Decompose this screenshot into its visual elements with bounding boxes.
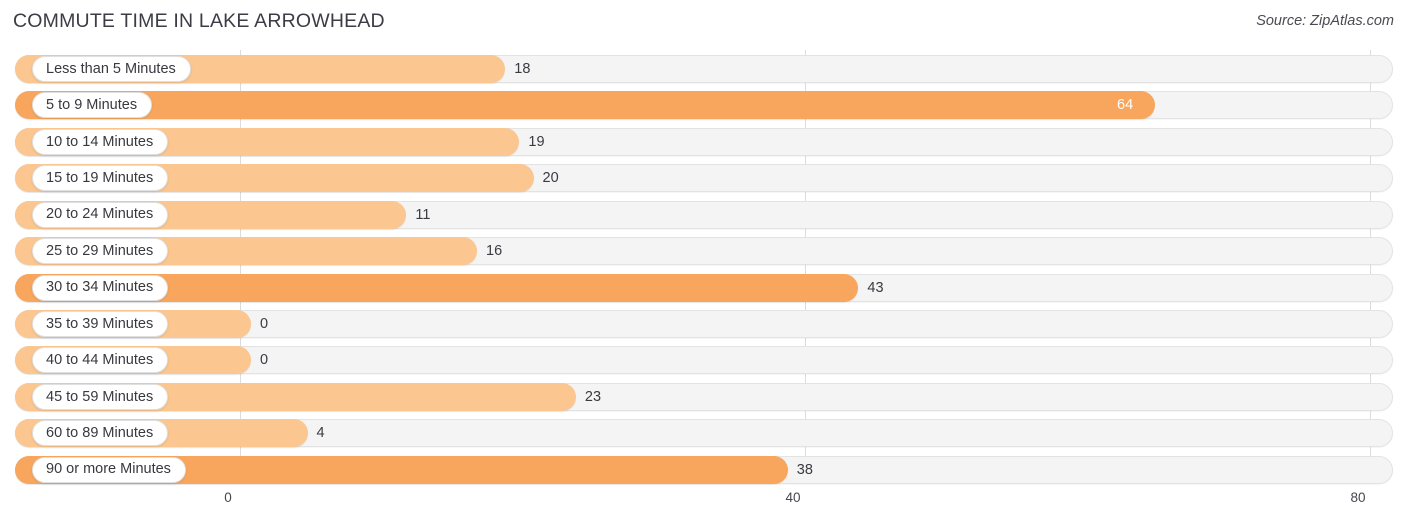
bar-value-label: 0: [260, 352, 269, 369]
bar-row[interactable]: 25 to 29 Minutes 16: [15, 237, 1393, 266]
bar-value-label: 64: [1117, 97, 1134, 114]
x-axis-tick-label: 0: [224, 490, 232, 505]
bar-category-label-text: 90 or more Minutes: [46, 461, 171, 478]
bar-category-label-text: Less than 5 Minutes: [46, 60, 176, 77]
x-axis-tick-label: 80: [1350, 490, 1366, 505]
source-attribution: Source: ZipAtlas.com: [1256, 13, 1394, 29]
bar-category-label: 15 to 19 Minutes: [32, 165, 169, 192]
bar-category-label-text: 10 to 14 Minutes: [46, 133, 154, 150]
bar-row[interactable]: Less than 5 Minutes 18: [15, 55, 1393, 83]
bar-value-label: 43: [867, 279, 884, 296]
chart-plot-area: Less than 5 Minutes 18 5 to 9 Minutes 64 10 …: [0, 46, 1406, 488]
bar-category-label-text: 35 to 39 Minutes: [46, 315, 154, 332]
bar-category-label: 5 to 9 Minutes: [32, 92, 153, 119]
bar-row[interactable]: 90 or more Minutes 38: [15, 455, 1393, 484]
bar-row[interactable]: 60 to 89 Minutes 4: [15, 419, 1393, 448]
bar-value-label: 20: [542, 170, 559, 187]
bar-rows: Less than 5 Minutes 18 5 to 9 Minutes 64 10 …: [0, 46, 1406, 488]
bar-row[interactable]: 35 to 39 Minutes 0: [15, 309, 1393, 338]
bar-category-label: 40 to 44 Minutes: [32, 347, 169, 374]
bar-fill: [15, 91, 1155, 120]
bar-category-label: 90 or more Minutes: [32, 456, 186, 483]
bar-row[interactable]: 15 to 19 Minutes 20: [15, 164, 1393, 193]
bar-category-label: 25 to 29 Minutes: [32, 238, 169, 265]
bar-category-label-text: 60 to 89 Minutes: [46, 424, 154, 441]
bar-category-label-text: 45 to 59 Minutes: [46, 388, 154, 405]
bar-row[interactable]: 40 to 44 Minutes 0: [15, 346, 1393, 375]
bar-row[interactable]: 20 to 24 Minutes 11: [15, 200, 1393, 229]
bar-category-label-text: 15 to 19 Minutes: [46, 170, 154, 186]
bar-category-label: 30 to 34 Minutes: [32, 274, 169, 301]
bar-category-label: Less than 5 Minutes: [32, 56, 191, 82]
bar-category-label: 35 to 39 Minutes: [32, 310, 169, 337]
bar-row[interactable]: 30 to 34 Minutes 43: [15, 273, 1393, 302]
bar-category-label: 45 to 59 Minutes: [32, 383, 169, 410]
bar-value-label: 16: [486, 243, 503, 260]
bar-category-label: 10 to 14 Minutes: [32, 128, 169, 155]
x-axis: 0 40 80: [0, 488, 1406, 523]
bar-value-label: 19: [528, 133, 545, 150]
bar-value-label: 18: [514, 61, 531, 77]
bar-category-label: 20 to 24 Minutes: [32, 201, 169, 228]
bar-row[interactable]: 45 to 59 Minutes 23: [15, 382, 1393, 411]
bar-category-label-text: 25 to 29 Minutes: [46, 242, 154, 259]
bar-category-label-text: 20 to 24 Minutes: [46, 206, 154, 223]
bar-value-label: 38: [796, 461, 813, 478]
bar-category-label: 60 to 89 Minutes: [32, 420, 169, 447]
bar-value-label: 0: [260, 315, 269, 332]
bar-category-label-text: 30 to 34 Minutes: [46, 279, 154, 296]
bar-category-label-text: 5 to 9 Minutes: [46, 97, 138, 114]
bar-value-label: 23: [584, 388, 602, 405]
bar-row[interactable]: 10 to 14 Minutes 19: [15, 127, 1393, 156]
page-title: COMMUTE TIME IN LAKE ARROWHEAD: [13, 10, 385, 32]
chart-header: COMMUTE TIME IN LAKE ARROWHEAD Source: Z…: [0, 0, 1406, 46]
bar-value-label: 11: [415, 206, 431, 223]
bar-value-label: 4: [316, 425, 325, 442]
bar-row[interactable]: 5 to 9 Minutes 64: [15, 91, 1393, 120]
x-axis-tick-label: 40: [785, 490, 801, 505]
bar-category-label-text: 40 to 44 Minutes: [46, 352, 154, 369]
